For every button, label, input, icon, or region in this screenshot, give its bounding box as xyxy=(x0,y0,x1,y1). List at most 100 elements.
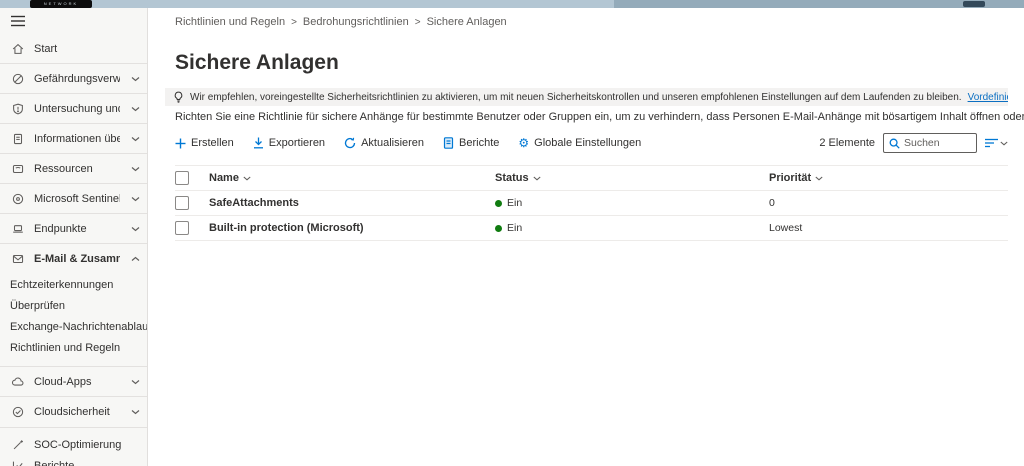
endpoints-laptop-icon xyxy=(10,221,25,236)
breadcrumb-link-richtlinien-und-regeln[interactable]: Richtlinien und Regeln xyxy=(175,16,285,28)
sidebar-item-informationen-ueber-bedrohungen[interactable]: Informationen über Bedrohu xyxy=(0,124,147,153)
sidebar-item-start[interactable]: Start xyxy=(0,34,147,63)
main-content: Richtlinien und Regeln > Bedrohungsricht… xyxy=(149,8,1024,466)
wand-icon xyxy=(10,437,25,452)
table-row[interactable]: Built-in protection (Microsoft) Ein Lowe… xyxy=(175,216,1008,241)
left-navigation: Start Gefährdungsverwaltung Untersuchung… xyxy=(0,8,148,466)
shield-alert-icon xyxy=(10,101,25,116)
exposure-management-icon xyxy=(10,71,25,86)
column-header-priority[interactable]: Priorität xyxy=(769,172,1008,184)
status-on-dot xyxy=(495,224,502,232)
sidebar-item-endpunkte[interactable]: Endpunkte xyxy=(0,214,147,243)
threat-intel-document-icon xyxy=(10,131,25,146)
search-box[interactable] xyxy=(883,133,977,153)
chevron-down-icon xyxy=(129,196,141,202)
plus-icon xyxy=(175,138,186,149)
toolbar-right: 2 Elemente xyxy=(819,133,1008,153)
nav-collapse-button[interactable] xyxy=(0,8,147,34)
sidebar-item-label: Untersuchung und Antwort xyxy=(34,102,120,115)
status-on-dot xyxy=(495,199,502,207)
sidebar-subitem-ueberpruefen[interactable]: Überprüfen xyxy=(0,295,147,316)
row-checkbox[interactable] xyxy=(175,221,189,235)
browser-top-strip: NETWORK xyxy=(0,0,1024,8)
breadcrumb-current-sichere-anlagen[interactable]: Sichere Anlagen xyxy=(427,16,507,28)
chevron-up-icon xyxy=(129,256,141,262)
row-checkbox[interactable] xyxy=(175,196,189,210)
search-icon xyxy=(889,138,900,149)
status-label: Ein xyxy=(507,197,523,209)
page-title: Sichere Anlagen xyxy=(175,51,339,74)
chevron-down-icon xyxy=(129,166,141,172)
watermark-badge-right xyxy=(963,1,985,7)
sidebar-item-label: Cloud-Apps xyxy=(34,375,92,388)
breadcrumb-separator: > xyxy=(414,16,421,28)
chart-icon xyxy=(10,458,25,466)
reports-button[interactable]: Berichte xyxy=(443,137,499,149)
global-settings-button[interactable]: ⚙ Globale Einstellungen xyxy=(518,137,641,149)
priority-value: 0 xyxy=(769,197,775,209)
sidebar-item-untersuchung-und-antwort[interactable]: Untersuchung und Antwort xyxy=(0,94,147,123)
global-settings-button-label: Globale Einstellungen xyxy=(534,137,642,149)
sidebar-item-label: Ressourcen xyxy=(34,162,93,175)
search-input[interactable] xyxy=(904,137,968,149)
chevron-down-icon xyxy=(129,379,141,385)
refresh-button[interactable]: Aktualisieren xyxy=(344,137,424,149)
download-icon xyxy=(253,137,264,149)
sidebar-item-cloud-apps[interactable]: Cloud-Apps xyxy=(0,367,147,396)
banner-link-vordefinierte-sicherheitsrichtlinien[interactable]: Vordefinierte Sicherheitsrichtlinien anz… xyxy=(968,92,1008,103)
sidebar-subitem-richtlinien-und-regeln[interactable]: Richtlinien und Regeln xyxy=(0,337,147,358)
sidebar-item-soc-optimierung[interactable]: SOC-Optimierung xyxy=(0,434,147,455)
page-description: Richten Sie eine Richtlinie für sichere … xyxy=(149,106,1024,123)
chevron-down-icon xyxy=(1000,141,1008,146)
banner-text: Wir empfehlen, voreingestellte Sicherhei… xyxy=(190,91,962,103)
resources-icon xyxy=(10,161,25,176)
reports-button-label: Berichte xyxy=(459,137,500,149)
sidebar-subitem-echtzeiterkennungen[interactable]: Echtzeiterkennungen xyxy=(0,274,147,295)
sidebar-item-ressourcen[interactable]: Ressourcen xyxy=(0,154,147,183)
breadcrumb-link-bedrohungsrichtlinien[interactable]: Bedrohungsrichtlinien xyxy=(303,16,409,28)
sort-chevron-icon xyxy=(815,176,823,181)
status-badge: Ein xyxy=(495,197,769,209)
recommendation-banner: Wir empfehlen, voreingestellte Sicherhei… xyxy=(165,88,1008,106)
sort-chevron-icon xyxy=(243,176,251,181)
create-button[interactable]: Erstellen xyxy=(175,137,234,149)
column-header-name[interactable]: Name xyxy=(209,172,495,184)
policy-name-link[interactable]: Built-in protection (Microsoft) xyxy=(209,222,364,234)
policy-name-link[interactable]: SafeAttachments xyxy=(209,197,299,209)
sidebar-item-email-zusammenarbeit[interactable]: E-Mail & Zusammenarbeit xyxy=(0,244,147,274)
sidebar-item-label: Microsoft Sentinel xyxy=(34,192,120,205)
hamburger-icon xyxy=(10,14,25,29)
table-row[interactable]: SafeAttachments Ein 0 xyxy=(175,191,1008,216)
export-button[interactable]: Exportieren xyxy=(253,137,325,149)
column-header-status[interactable]: Status xyxy=(495,172,769,184)
items-count: 2 Elemente xyxy=(819,137,875,149)
sidebar-item-label: Gefährdungsverwaltung xyxy=(34,72,120,85)
cloud-icon xyxy=(10,374,25,389)
column-header-status-label: Status xyxy=(495,172,529,184)
gear-icon: ⚙ xyxy=(518,136,530,150)
chevron-down-icon xyxy=(129,409,141,415)
customize-columns-icon xyxy=(985,138,998,148)
export-button-label: Exportieren xyxy=(268,137,326,149)
select-all-checkbox[interactable] xyxy=(175,171,189,185)
priority-value: Lowest xyxy=(769,222,803,234)
mail-icon xyxy=(10,252,25,267)
sidebar-item-label: Cloudsicherheit xyxy=(34,406,110,418)
create-button-label: Erstellen xyxy=(191,137,234,149)
sort-chevron-icon xyxy=(533,176,541,181)
sidebar-item-label: SOC-Optimierung xyxy=(34,438,122,451)
column-header-priority-label: Priorität xyxy=(769,172,812,184)
sidebar-item-gefaehrdungsverwaltung[interactable]: Gefährdungsverwaltung xyxy=(0,64,147,93)
lightbulb-icon xyxy=(173,91,184,103)
sidebar-item-cloudsicherheit[interactable]: Cloudsicherheit xyxy=(0,397,147,427)
toolbar: Erstellen Exportieren Aktualisieren Beri… xyxy=(175,133,1008,153)
customize-columns-button[interactable] xyxy=(985,138,1008,148)
chevron-down-icon xyxy=(129,226,141,232)
sidebar-item-berichte[interactable]: Berichte xyxy=(0,455,147,466)
sidebar-subitem-exchange-nachrichtenablaufverfolgung[interactable]: Exchange-Nachrichtenablaufverfolgung xyxy=(0,316,147,337)
table-header-row: Name Status Priorität xyxy=(175,165,1008,191)
refresh-icon xyxy=(344,137,356,149)
sidebar-item-label: E-Mail & Zusammenarbeit xyxy=(34,253,120,265)
sidebar-item-microsoft-sentinel[interactable]: Microsoft Sentinel xyxy=(0,184,147,213)
watermark-badge: NETWORK xyxy=(30,0,92,8)
